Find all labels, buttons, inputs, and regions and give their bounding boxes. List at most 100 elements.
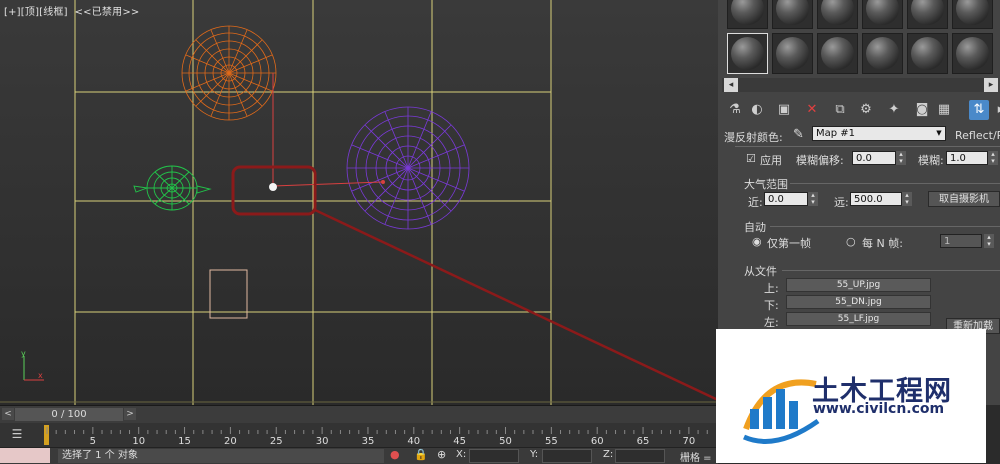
material-slot[interactable] <box>817 33 858 74</box>
selection-lock-icon[interactable]: 🔒 <box>414 448 428 461</box>
material-slot[interactable] <box>772 33 813 74</box>
scroll-left-arrow-icon[interactable]: ◂ <box>724 78 738 92</box>
ruler-tick-label: 45 <box>453 436 466 447</box>
status-message: 选择了 1 个 对象 <box>58 449 384 463</box>
time-prev-icon[interactable]: < <box>2 408 14 420</box>
put-to-library-icon[interactable]: ✦ <box>884 100 904 120</box>
time-next-icon[interactable]: > <box>124 408 136 420</box>
make-copy-icon[interactable]: ⧉ <box>830 100 850 120</box>
camera-target-point[interactable] <box>381 180 385 184</box>
svg-text:x: x <box>38 371 43 380</box>
ruler-tick-label: 60 <box>591 436 604 447</box>
map-name-field[interactable]: Map #1 <box>812 126 946 141</box>
highlight-leader-line <box>314 208 718 402</box>
scroll-right-arrow-icon[interactable]: ▸ <box>984 78 998 92</box>
go-forward-sibling-icon[interactable]: ▸ <box>991 100 1000 120</box>
z-coordinate-field[interactable] <box>615 449 665 463</box>
assign-material-icon[interactable]: ▣ <box>774 100 794 120</box>
material-slot[interactable] <box>772 0 813 29</box>
near-spinner-icon[interactable]: ▴ ▾ <box>808 192 818 206</box>
viewport-label-menu[interactable]: [+][顶][线框] <box>4 7 68 18</box>
material-slot[interactable] <box>952 0 993 29</box>
auto-title: 自动 <box>744 221 766 234</box>
go-to-parent-icon[interactable]: ⇅ <box>969 100 989 120</box>
ruler-tick-label: 50 <box>499 436 512 447</box>
first-frame-label: 仅第一帧 <box>767 237 811 250</box>
diffuse-color-label: 漫反射颜色: <box>724 131 783 144</box>
blur-field[interactable]: 1.0 <box>946 151 988 165</box>
map-name-dropdown-icon[interactable]: ▼ <box>933 127 945 140</box>
material-slot-active[interactable] <box>727 33 768 74</box>
ruler-tick-label: 20 <box>224 436 237 447</box>
material-toolbar: ⚗ ◐ ▣ ✕ ⧉ ⚙ ✦ ◙ ▦ ⇅ ▸ <box>722 98 1000 122</box>
grid-label: 栅格 = <box>680 453 712 464</box>
y-coordinate-field[interactable] <box>542 449 592 463</box>
sphere-orange[interactable] <box>181 25 277 121</box>
teapot-green[interactable] <box>133 165 212 211</box>
down-label: 下: <box>764 299 779 312</box>
blur-offset-spinner-icon[interactable]: ▴ ▾ <box>896 151 906 165</box>
up-file-button[interactable]: 55_UP.jpg <box>786 278 931 292</box>
viewport-top[interactable]: y x [+][顶][线框] <<已禁用>> <box>0 0 719 405</box>
track-bar-menu-icon[interactable]: ☰ <box>8 427 26 443</box>
far-spinner-icon[interactable]: ▴ ▾ <box>902 192 912 206</box>
viewport-canvas[interactable]: y x <box>0 0 718 405</box>
y-label: Y: <box>530 449 539 460</box>
far-label: 远: <box>834 196 849 209</box>
show-map-icon[interactable]: ▦ <box>934 100 954 120</box>
ruler-tick-label: 40 <box>407 436 420 447</box>
n-frames-field[interactable]: 1 <box>940 234 982 248</box>
isolate-icon[interactable]: ● <box>390 448 400 461</box>
maxscript-listener-mini[interactable] <box>0 448 50 463</box>
viewport-status: <<已禁用>> <box>74 7 140 18</box>
put-to-scene-icon[interactable]: ◐ <box>747 100 767 120</box>
ruler-tick-label: 30 <box>316 436 329 447</box>
material-slot[interactable] <box>727 0 768 29</box>
apply-checkbox[interactable]: ☑ <box>746 152 756 165</box>
watermark-logo: 土木工程网 www.civilcn.com <box>716 329 986 463</box>
material-slot[interactable] <box>907 0 948 29</box>
n-frames-spinner-icon[interactable]: ▴ ▾ <box>984 234 994 248</box>
blur-offset-field[interactable]: 0.0 <box>852 151 896 165</box>
x-coordinate-field[interactable] <box>469 449 519 463</box>
blur-value: 1.0 <box>950 153 966 164</box>
first-frame-radio[interactable]: ◉ <box>752 235 762 248</box>
viewport-label[interactable]: [+][顶][线框] <<已禁用>> <box>4 3 139 18</box>
ruler-tick-label: 25 <box>270 436 283 447</box>
down-file-button[interactable]: 55_DN.jpg <box>786 295 931 309</box>
ruler-tick-label: 55 <box>545 436 558 447</box>
map-name-value: Map #1 <box>816 128 856 139</box>
material-id-icon[interactable]: ◙ <box>912 100 932 120</box>
blur-spinner-icon[interactable]: ▴ ▾ <box>988 151 998 165</box>
material-slot[interactable] <box>817 0 858 29</box>
every-n-frames-radio[interactable]: ○ <box>846 235 856 248</box>
material-slot[interactable] <box>907 33 948 74</box>
blur-offset-label: 模糊偏移: <box>796 154 844 167</box>
svg-text:y: y <box>21 349 26 358</box>
left-file-button[interactable]: 55_LF.jpg <box>786 312 931 326</box>
from-camera-button[interactable]: 取自摄影机 <box>928 191 1000 207</box>
time-slider-thumb[interactable]: 0 / 100 <box>15 408 123 421</box>
material-slot[interactable] <box>952 33 993 74</box>
apply-label: 应用 <box>760 154 782 167</box>
environment-helper-icon[interactable] <box>269 183 277 191</box>
eyedropper-icon[interactable]: ✎ <box>793 127 804 142</box>
material-slot[interactable] <box>862 0 903 29</box>
x-label: X: <box>456 449 467 460</box>
ruler-tick-label: 15 <box>178 436 191 447</box>
track-ruler[interactable]: 5 10 15 20 25 30 35 40 45 50 55 60 65 70 <box>44 423 718 447</box>
ruler-tick-label: 5 <box>90 436 96 447</box>
map-type-button[interactable]: Reflect/Re <box>955 129 1000 142</box>
plane-object[interactable] <box>209 269 248 319</box>
transform-mode-icon[interactable]: ⊕ <box>437 448 446 461</box>
near-field[interactable]: 0.0 <box>764 192 808 206</box>
up-label: 上: <box>764 282 779 295</box>
far-field[interactable]: 500.0 <box>850 192 902 206</box>
reset-map-icon[interactable]: ✕ <box>802 100 822 120</box>
make-unique-icon[interactable]: ⚙ <box>856 100 876 120</box>
get-material-icon[interactable]: ⚗ <box>725 100 745 120</box>
slot-scrollbar[interactable]: ◂ ▸ <box>722 78 998 92</box>
ruler-tick-label: 65 <box>637 436 650 447</box>
material-slot[interactable] <box>862 33 903 74</box>
sphere-purple[interactable] <box>346 106 470 230</box>
